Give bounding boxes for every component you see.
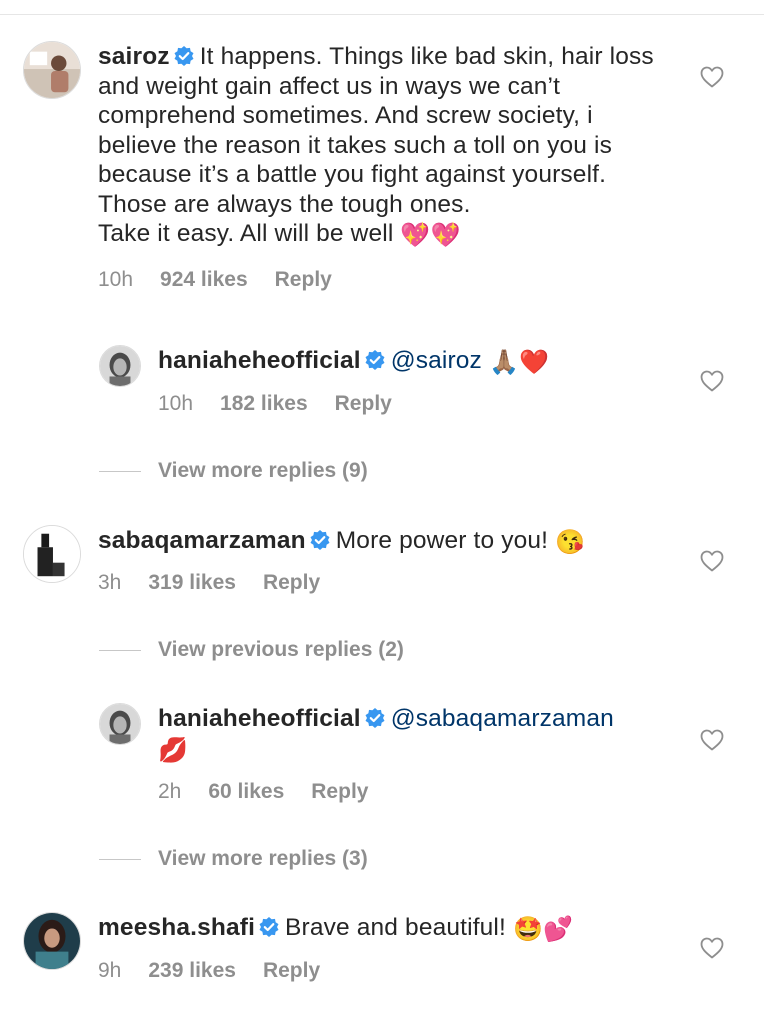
username[interactable]: meesha.shafi <box>98 914 255 941</box>
username[interactable]: sairoz <box>98 43 170 70</box>
timestamp: 2h <box>158 780 182 803</box>
comment-body-line2: Take it easy. All will be well <box>98 220 394 247</box>
verified-badge-icon <box>365 350 385 370</box>
comment-meta: 10h 924 likes Reply <box>98 268 359 292</box>
avatar-photo-icon <box>100 346 140 386</box>
likes-count[interactable]: 319 likes <box>148 571 236 594</box>
timestamp: 3h <box>98 571 122 594</box>
likes-count[interactable]: 182 likes <box>220 392 308 415</box>
avatar[interactable] <box>23 525 81 583</box>
emoji: 😘 <box>555 529 586 556</box>
emoji: 🙏🏽❤️ <box>488 349 550 376</box>
timestamp: 9h <box>98 959 122 982</box>
comment-meta: 3h 319 likes Reply <box>98 571 347 595</box>
likes-count[interactable]: 924 likes <box>160 268 248 291</box>
emoji: 💋 <box>158 736 189 764</box>
view-more-label[interactable]: View more replies (9) <box>158 459 368 482</box>
verified-badge-icon <box>174 46 194 66</box>
comment-meta: 2h 60 likes Reply <box>158 780 395 804</box>
thread-line <box>99 470 141 472</box>
comment-text: haniaheheofficial @sabaqamarzaman 💋 <box>158 704 658 763</box>
reply-button[interactable]: Reply <box>263 571 320 594</box>
view-previous-replies-button[interactable]: View previous replies (2) <box>99 638 404 662</box>
view-more-replies-button[interactable]: View more replies (9) <box>99 459 368 483</box>
heart-outline-icon[interactable] <box>700 729 724 751</box>
comment-text: haniaheheofficial @sairoz 🙏🏽❤️ <box>158 346 678 376</box>
thread-line <box>99 858 141 860</box>
username[interactable]: sabaqamarzaman <box>98 527 306 554</box>
verified-badge-icon <box>259 917 279 937</box>
avatar-photo-icon <box>24 913 80 969</box>
emoji: 🤩💕 <box>512 916 574 943</box>
view-more-label[interactable]: View more replies (3) <box>158 847 368 870</box>
reply-button[interactable]: Reply <box>275 268 332 291</box>
avatar-photo-icon <box>100 704 140 744</box>
username[interactable]: haniaheheofficial <box>158 347 361 374</box>
heart-outline-icon[interactable] <box>700 66 724 88</box>
avatar[interactable] <box>23 912 81 970</box>
comment-text: sairoz It happens. Things like bad skin, … <box>98 42 673 249</box>
view-previous-label[interactable]: View previous replies (2) <box>158 638 404 661</box>
username[interactable]: haniaheheofficial <box>158 705 361 732</box>
verified-badge-icon <box>310 530 330 550</box>
comment-body: Brave and beautiful! <box>285 914 506 941</box>
timestamp: 10h <box>98 268 134 291</box>
avatar-photo-icon <box>24 526 80 582</box>
heart-outline-icon[interactable] <box>700 370 724 392</box>
avatar-photo-icon <box>24 42 80 98</box>
timestamp: 10h <box>158 392 194 415</box>
comment-text: sabaqamarzaman More power to you! 😘 <box>98 526 678 556</box>
mention-link[interactable]: @sabaqamarzaman <box>391 705 614 732</box>
top-divider <box>0 14 764 15</box>
comment-body: It happens. Things like bad skin, hair l… <box>98 43 654 218</box>
heart-outline-icon[interactable] <box>700 550 724 572</box>
comment-body: More power to you! <box>335 527 549 554</box>
verified-badge-icon <box>365 708 385 728</box>
comment-text: meesha.shafi Brave and beautiful! 🤩💕 <box>98 913 678 943</box>
reply-button[interactable]: Reply <box>263 959 320 982</box>
avatar[interactable] <box>99 345 141 387</box>
likes-count[interactable]: 239 likes <box>148 959 236 982</box>
mention-link[interactable]: @sairoz <box>391 347 482 374</box>
avatar[interactable] <box>23 41 81 99</box>
emoji: 💖💖 <box>400 222 461 249</box>
avatar[interactable] <box>99 703 141 745</box>
view-more-replies-button[interactable]: View more replies (3) <box>99 847 368 871</box>
comment-meta: 9h 239 likes Reply <box>98 959 347 983</box>
heart-outline-icon[interactable] <box>700 937 724 959</box>
likes-count[interactable]: 60 likes <box>208 780 284 803</box>
thread-line <box>99 649 141 651</box>
reply-button[interactable]: Reply <box>335 392 392 415</box>
comment-meta: 10h 182 likes Reply <box>158 392 419 416</box>
reply-button[interactable]: Reply <box>311 780 368 803</box>
